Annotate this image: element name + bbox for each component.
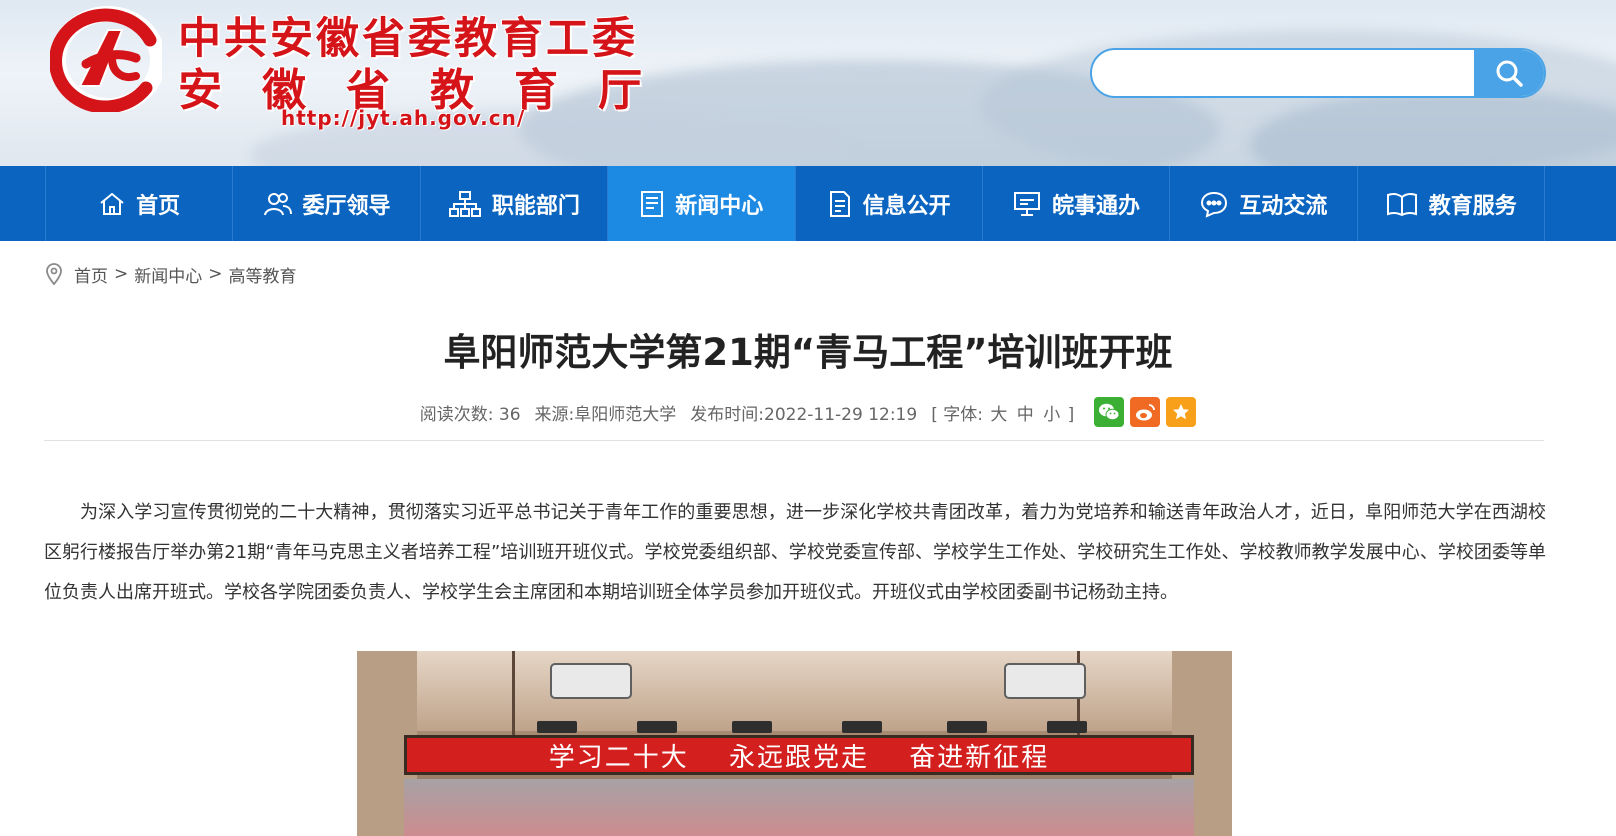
share-weibo-button[interactable] (1130, 397, 1161, 427)
photo-projector (1004, 663, 1086, 699)
nav-label: 信息公开 (862, 193, 951, 219)
photo-projector (550, 663, 632, 699)
share-wechat-button[interactable] (1094, 397, 1125, 427)
nav-label: 新闻中心 (675, 193, 764, 219)
font-size-selector: [ 字体: 大 中 小 ] (931, 404, 1075, 425)
nav-label: 教育服务 (1428, 193, 1517, 219)
book-icon (1386, 192, 1417, 216)
photo-light (842, 721, 882, 733)
source-value: 阜阳师范大学 (574, 404, 677, 425)
article-meta: 阅读次数: 36 来源:阜阳师范大学 发布时间:2022-11-29 12:19… (0, 396, 1616, 428)
news-icon (641, 190, 664, 217)
photo-light (947, 721, 987, 733)
site-logo-icon[interactable] (50, 6, 162, 112)
wechat-icon (1099, 403, 1120, 421)
search-box (1090, 48, 1546, 98)
nav-label: 委厅领导 (302, 193, 391, 219)
nav-label: 互动交流 (1239, 193, 1328, 219)
views-label: 阅读次数: 36 (419, 404, 521, 425)
breadcrumb-news[interactable]: 新闻中心 (134, 262, 202, 287)
document-icon (829, 190, 850, 217)
views-count: 36 (498, 404, 521, 425)
photo-light (637, 721, 677, 733)
nav-item-info[interactable]: 信息公开 (794, 166, 982, 241)
org-chart-icon (448, 190, 481, 217)
nav-label: 首页 (136, 193, 181, 219)
photo-ceiling (357, 651, 1232, 731)
photo-light (732, 721, 772, 733)
site-header: 中共安徽省委教育工委 安徽省教育厅 http://jyt.ah.gov.cn/ (0, 0, 1616, 166)
font-size-small[interactable]: 小 (1043, 405, 1060, 425)
breadcrumb-separator: > (114, 264, 129, 284)
nav-item-services[interactable]: 皖事通办 (981, 166, 1169, 241)
star-icon (1173, 404, 1190, 420)
weibo-icon (1136, 404, 1156, 421)
photo-light (1047, 721, 1087, 733)
favorite-button[interactable] (1166, 397, 1197, 427)
article-photo: 学习二十大 永远跟党走 奋进新征程 (357, 651, 1232, 836)
main-nav: 首页 委厅领导 职能部门 新闻中心 信息公开 皖事通办 互动交流 教育服务 (0, 166, 1616, 241)
nav-label: 皖事通办 (1052, 193, 1141, 219)
breadcrumb: 首页 > 新闻中心 > 高等教育 (44, 260, 297, 288)
nav-item-interaction[interactable]: 互动交流 (1169, 166, 1356, 241)
divider (44, 440, 1544, 441)
home-icon (100, 192, 124, 215)
site-url[interactable]: http://jyt.ah.gov.cn/ (281, 106, 525, 130)
source: 来源:阜阳师范大学 (534, 404, 677, 425)
photo-banner-text: 学习二十大 永远跟党走 奋进新征程 (404, 735, 1194, 775)
photo-stage-backdrop (404, 779, 1194, 836)
font-size-large[interactable]: 大 (990, 405, 1007, 425)
breadcrumb-home[interactable]: 首页 (74, 262, 108, 287)
breadcrumb-separator: > (208, 264, 223, 284)
location-pin-icon (46, 263, 62, 286)
chat-icon (1201, 191, 1228, 218)
monitor-icon (1014, 191, 1041, 216)
photo-light (537, 721, 577, 733)
search-input[interactable] (1092, 50, 1476, 96)
search-button[interactable] (1474, 50, 1544, 96)
users-icon (263, 192, 292, 215)
photo-ceiling-beam (512, 651, 515, 741)
nav-item-edu-services[interactable]: 教育服务 (1356, 166, 1545, 241)
article-paragraph: 为深入学习宣传贯彻党的二十大精神，贯彻落实习近平总书记关于青年工作的重要思想，进… (44, 502, 1546, 603)
nav-label: 职能部门 (491, 193, 580, 219)
nav-item-news[interactable]: 新闻中心 (607, 166, 795, 241)
breadcrumb-higher-education[interactable]: 高等教育 (229, 262, 297, 287)
publish-time-value: 2022-11-29 12:19 (764, 404, 918, 425)
publish-time: 发布时间:2022-11-29 12:19 (690, 404, 918, 425)
nav-item-leaders[interactable]: 委厅领导 (232, 166, 419, 241)
nav-item-home[interactable]: 首页 (45, 166, 232, 241)
nav-item-departments[interactable]: 职能部门 (419, 166, 607, 241)
font-size-medium[interactable]: 中 (1017, 405, 1034, 425)
article-title: 阜阳师范大学第21期“青马工程”培训班开班 (443, 331, 1173, 374)
search-icon (1496, 60, 1523, 87)
